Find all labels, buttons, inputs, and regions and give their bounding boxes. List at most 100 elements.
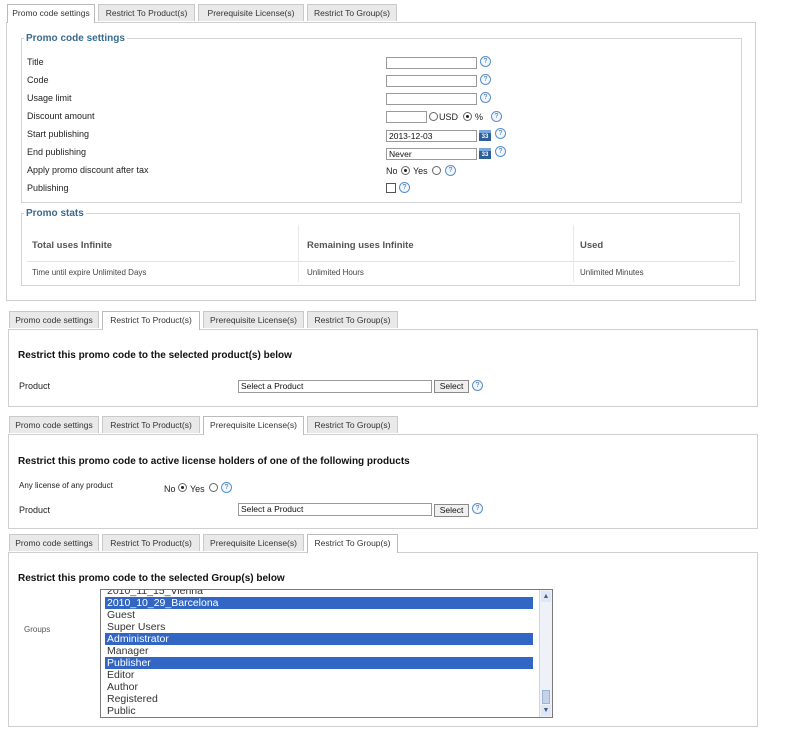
prereq-heading: Restrict this promo code to active licen… <box>18 456 410 467</box>
calendar-icon[interactable]: 33 <box>479 148 491 159</box>
time-until-expire-cell: Time until expire Unlimited Days <box>32 268 147 277</box>
after-tax-no-label: No <box>386 166 398 176</box>
any-license-yes-radio[interactable] <box>209 483 218 492</box>
help-icon[interactable]: ? <box>472 503 483 514</box>
discount-usd-label: USD <box>439 112 459 122</box>
after-tax-yes-radio[interactable] <box>432 166 441 175</box>
product-label: Product <box>19 381 51 391</box>
prereq-select-button[interactable]: Select <box>434 504 469 517</box>
help-icon[interactable]: ? <box>221 482 232 493</box>
select-product-button[interactable]: Select <box>434 380 469 393</box>
tab-restrict-to-groups[interactable]: Restrict To Group(s) <box>307 311 398 328</box>
scroll-thumb[interactable] <box>542 690 550 704</box>
used-header: Used <box>580 240 604 251</box>
code-label: Code <box>27 75 49 85</box>
tab-promo-code-settings[interactable]: Promo code settings <box>9 311 99 328</box>
products-heading: Restrict this promo code to the selected… <box>18 350 292 361</box>
scroll-up-arrow-icon[interactable]: ▲ <box>541 591 551 602</box>
discount-percent-radio[interactable] <box>463 112 472 121</box>
stats-legend: Promo stats <box>26 208 84 219</box>
group-list-item[interactable]: 2010_10_29_Barcelona <box>105 597 533 609</box>
product-input[interactable]: Select a Product <box>238 380 432 393</box>
after-tax-yes-label: Yes <box>413 166 428 176</box>
any-license-label: Any license of any product <box>19 481 113 490</box>
tab-prerequisite-licenses[interactable]: Prerequisite License(s) <box>203 416 304 435</box>
discount-amount-label: Discount amount <box>27 111 95 121</box>
groups-scrollbar[interactable]: ▲ ▼ <box>539 590 552 717</box>
tab-bar-prereq: Promo code settings Restrict To Product(… <box>9 416 409 435</box>
usage-limit-label: Usage limit <box>27 93 72 103</box>
help-icon[interactable]: ? <box>480 56 491 67</box>
help-icon[interactable]: ? <box>491 111 502 122</box>
help-icon[interactable]: ? <box>480 92 491 103</box>
stats-divider <box>298 225 299 282</box>
discount-percent-label: % <box>475 112 484 122</box>
group-list-item[interactable]: Guest <box>105 609 533 621</box>
group-list-item[interactable]: Registered <box>105 693 533 705</box>
unlimited-minutes-cell: Unlimited Minutes <box>580 268 644 277</box>
help-icon[interactable]: ? <box>399 182 410 193</box>
tab-promo-code-settings[interactable]: Promo code settings <box>7 4 95 23</box>
group-list-item[interactable]: Super Users <box>105 621 533 633</box>
groups-listbox[interactable]: 2010_11_15_Vienna 2010_10_29_Barcelona Gue… <box>100 589 553 718</box>
any-license-yes-label: Yes <box>190 484 205 494</box>
remaining-uses-header: Remaining uses Infinite <box>307 240 414 251</box>
start-publishing-input[interactable]: 2013-12-03 <box>386 130 477 142</box>
tab-bar-groups: Promo code settings Restrict To Product(… <box>9 534 409 553</box>
help-icon[interactable]: ? <box>472 380 483 391</box>
start-publishing-label: Start publishing <box>27 129 90 139</box>
tab-restrict-to-groups[interactable]: Restrict To Group(s) <box>307 534 398 553</box>
any-license-no-label: No <box>164 484 176 494</box>
unlimited-hours-cell: Unlimited Hours <box>307 268 364 277</box>
settings-legend: Promo code settings <box>26 33 125 44</box>
calendar-icon[interactable]: 33 <box>479 130 491 141</box>
stats-divider <box>27 261 735 262</box>
title-label: Title <box>27 57 44 67</box>
tab-prerequisite-licenses[interactable]: Prerequisite License(s) <box>203 311 304 328</box>
discount-amount-input[interactable] <box>386 111 427 123</box>
group-list-item[interactable]: Author <box>105 681 533 693</box>
tab-promo-code-settings[interactable]: Promo code settings <box>9 416 99 433</box>
settings-fieldset: Promo code settings <box>21 33 742 203</box>
group-list-item[interactable]: Publisher <box>105 657 533 669</box>
products-panel <box>8 329 758 407</box>
group-list-item[interactable]: Manager <box>105 645 533 657</box>
groups-label: Groups <box>24 625 51 634</box>
tab-restrict-to-products[interactable]: Restrict To Product(s) <box>102 311 200 330</box>
group-list-item[interactable]: Administrator <box>105 633 533 645</box>
discount-usd-radio[interactable] <box>429 112 438 121</box>
tab-bar-settings: Promo code settings Restrict To Product(… <box>7 4 407 23</box>
tab-prerequisite-licenses[interactable]: Prerequisite License(s) <box>203 534 304 551</box>
tab-restrict-to-products[interactable]: Restrict To Product(s) <box>102 534 200 551</box>
tab-promo-code-settings[interactable]: Promo code settings <box>9 534 99 551</box>
after-tax-no-radio[interactable] <box>401 166 410 175</box>
tab-restrict-to-groups[interactable]: Restrict To Group(s) <box>307 416 398 433</box>
code-input[interactable] <box>386 75 477 87</box>
tab-restrict-to-products[interactable]: Restrict To Product(s) <box>102 416 200 433</box>
usage-limit-input[interactable] <box>386 93 477 105</box>
end-publishing-input[interactable]: Never <box>386 148 477 160</box>
title-input[interactable] <box>386 57 477 69</box>
publishing-checkbox[interactable] <box>386 183 396 193</box>
help-icon[interactable]: ? <box>445 165 456 176</box>
tab-prerequisite-licenses[interactable]: Prerequisite License(s) <box>198 4 304 21</box>
groups-heading: Restrict this promo code to the selected… <box>18 573 285 584</box>
after-tax-label: Apply promo discount after tax <box>27 165 149 175</box>
tab-restrict-to-groups[interactable]: Restrict To Group(s) <box>307 4 397 21</box>
tab-restrict-to-products[interactable]: Restrict To Product(s) <box>98 4 195 21</box>
help-icon[interactable]: ? <box>495 128 506 139</box>
total-uses-header: Total uses Infinite <box>32 240 113 251</box>
help-icon[interactable]: ? <box>495 146 506 157</box>
tab-bar-products: Promo code settings Restrict To Product(… <box>9 311 409 330</box>
scroll-down-arrow-icon[interactable]: ▼ <box>541 705 551 716</box>
any-license-no-radio[interactable] <box>178 483 187 492</box>
group-list-item[interactable]: 2010_11_15_Vienna <box>105 590 533 597</box>
end-publishing-label: End publishing <box>27 147 87 157</box>
group-list-item[interactable]: Public <box>105 705 533 717</box>
publishing-label: Publishing <box>27 183 69 193</box>
stats-divider <box>573 225 574 282</box>
help-icon[interactable]: ? <box>480 74 491 85</box>
prereq-product-input[interactable]: Select a Product <box>238 503 432 516</box>
group-list-item[interactable]: Editor <box>105 669 533 681</box>
prereq-product-label: Product <box>19 505 51 515</box>
